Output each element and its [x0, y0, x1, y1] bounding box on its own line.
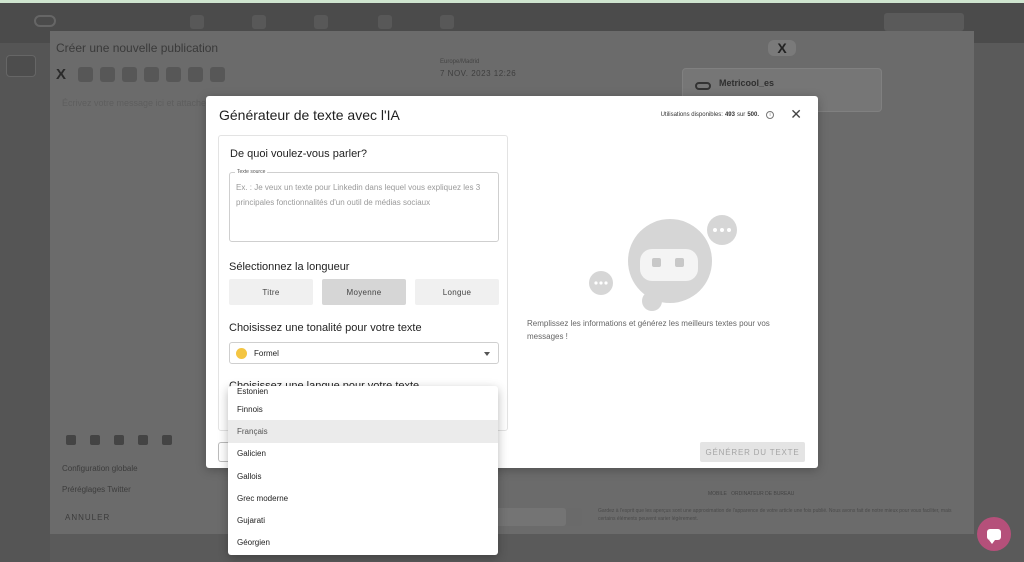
global-config-link[interactable]: Configuration globale [62, 464, 138, 473]
schedule-date[interactable]: Europe/Madrid 7 NOV. 2023 12:26 [440, 59, 516, 78]
language-option[interactable]: Finnois [228, 398, 498, 420]
gmb-icon[interactable] [144, 67, 159, 82]
brand-selector[interactable] [884, 13, 964, 31]
generate-text-button[interactable]: GÉNÉRER DU TEXTE [700, 442, 805, 462]
length-longue-button[interactable]: Longue [415, 279, 499, 305]
metricool-logo-icon [695, 82, 711, 90]
note-icon[interactable] [162, 435, 172, 445]
post-text-placeholder[interactable]: Écrivez votre message ici et attachez... [62, 98, 218, 108]
language-option[interactable]: Estonien [228, 386, 498, 398]
chat-icon [987, 528, 1001, 544]
schedule-dropdown-button[interactable] [566, 508, 582, 526]
media-icon[interactable] [66, 435, 76, 445]
left-sidebar [0, 43, 50, 562]
language-option[interactable]: Gallois [228, 465, 498, 487]
pinterest-icon[interactable] [166, 67, 181, 82]
usage-prefix: Utilisations disponibles: [660, 112, 723, 118]
tone-emoji-icon [236, 348, 247, 359]
desktop-label[interactable]: ORDINATEUR DE BUREAU [731, 491, 794, 497]
twitter-presets-link[interactable]: Préréglages Twitter [62, 485, 131, 494]
usage-used: 493 [724, 112, 735, 118]
length-titre-button[interactable]: Titre [229, 279, 313, 305]
language-option[interactable]: Galicien [228, 443, 498, 465]
emoji-icon[interactable] [90, 435, 100, 445]
x-network-badge: X [768, 40, 796, 56]
language-dropdown-menu: Estonien Finnois Français Galicien Gallo… [228, 386, 498, 555]
length-moyenne-button[interactable]: Moyenne [322, 279, 406, 305]
nav-icon[interactable] [190, 15, 204, 29]
cancel-post-button[interactable]: ANNULER [65, 513, 110, 522]
nav-icon[interactable] [252, 15, 266, 29]
usage-total: 500. [747, 112, 759, 118]
source-text-placeholder[interactable]: Ex. : Je veux un texte pour Linkedin dan… [236, 180, 494, 210]
language-option[interactable]: Géorgien [228, 532, 498, 554]
close-icon[interactable]: ✕ [790, 106, 802, 123]
preview-mode-toggle[interactable]: MOBILE ORDINATEUR DE BUREAU [708, 491, 794, 497]
language-option[interactable]: Gujarati [228, 509, 498, 531]
metricool-logo-icon [34, 15, 56, 27]
instagram-icon[interactable] [100, 67, 115, 82]
result-preview-area: Remplissez les informations et générez l… [522, 135, 806, 431]
length-question: Sélectionnez la longueur [229, 261, 350, 273]
tone-select[interactable]: Formel [229, 342, 499, 364]
modal-title: Générateur de texte avec l'IA [219, 107, 400, 123]
chevron-down-icon [484, 352, 490, 356]
tiktok-icon[interactable] [188, 67, 203, 82]
date-value[interactable]: 7 NOV. 2023 12:26 [440, 69, 516, 78]
youtube-icon[interactable] [210, 67, 225, 82]
preview-disclaimer: Gardez à l'esprit que les aperçus sont u… [598, 508, 952, 522]
nav-icon[interactable] [378, 15, 392, 29]
preview-account-name: Metricool_es [719, 78, 775, 88]
length-options: Titre Moyenne Longue [229, 279, 499, 305]
robot-icon [589, 215, 737, 311]
facebook-icon[interactable] [78, 67, 93, 82]
source-text-field[interactable]: Texte source Ex. : Je veux un texte pour… [229, 169, 499, 242]
tone-value: Formel [254, 349, 279, 358]
language-option[interactable]: Grec moderne [228, 487, 498, 509]
ai-icon[interactable] [138, 435, 148, 445]
info-icon[interactable]: i [766, 111, 774, 119]
mobile-label[interactable]: MOBILE [708, 491, 727, 497]
usage-counter: Utilisations disponibles: 493 sur 500. i [661, 111, 774, 119]
nav-icon[interactable] [440, 15, 454, 29]
source-text-label: Texte source [235, 169, 268, 175]
language-option-highlighted[interactable]: Français [228, 420, 498, 443]
empty-state-message: Remplissez les informations et générez l… [527, 319, 770, 341]
topic-question: De quoi voulez-vous parler? [230, 148, 367, 160]
editor-toolbar [66, 435, 172, 445]
linkedin-icon[interactable] [122, 67, 137, 82]
social-network-selector: X [56, 67, 225, 82]
support-chat-button[interactable] [977, 517, 1011, 551]
sidebar-button[interactable] [6, 55, 36, 77]
secondary-button-edge[interactable] [218, 442, 228, 462]
nav-icon[interactable] [314, 15, 328, 29]
link-icon[interactable] [114, 435, 124, 445]
schedule-button[interactable] [496, 508, 566, 526]
post-modal-title: Créer une nouvelle publication [56, 41, 219, 55]
usage-sep: sur [736, 112, 746, 118]
timezone-label: Europe/Madrid [440, 59, 480, 65]
x-logo-icon[interactable]: X [56, 67, 71, 82]
tone-question: Choisissez une tonalité pour votre texte [229, 322, 422, 334]
